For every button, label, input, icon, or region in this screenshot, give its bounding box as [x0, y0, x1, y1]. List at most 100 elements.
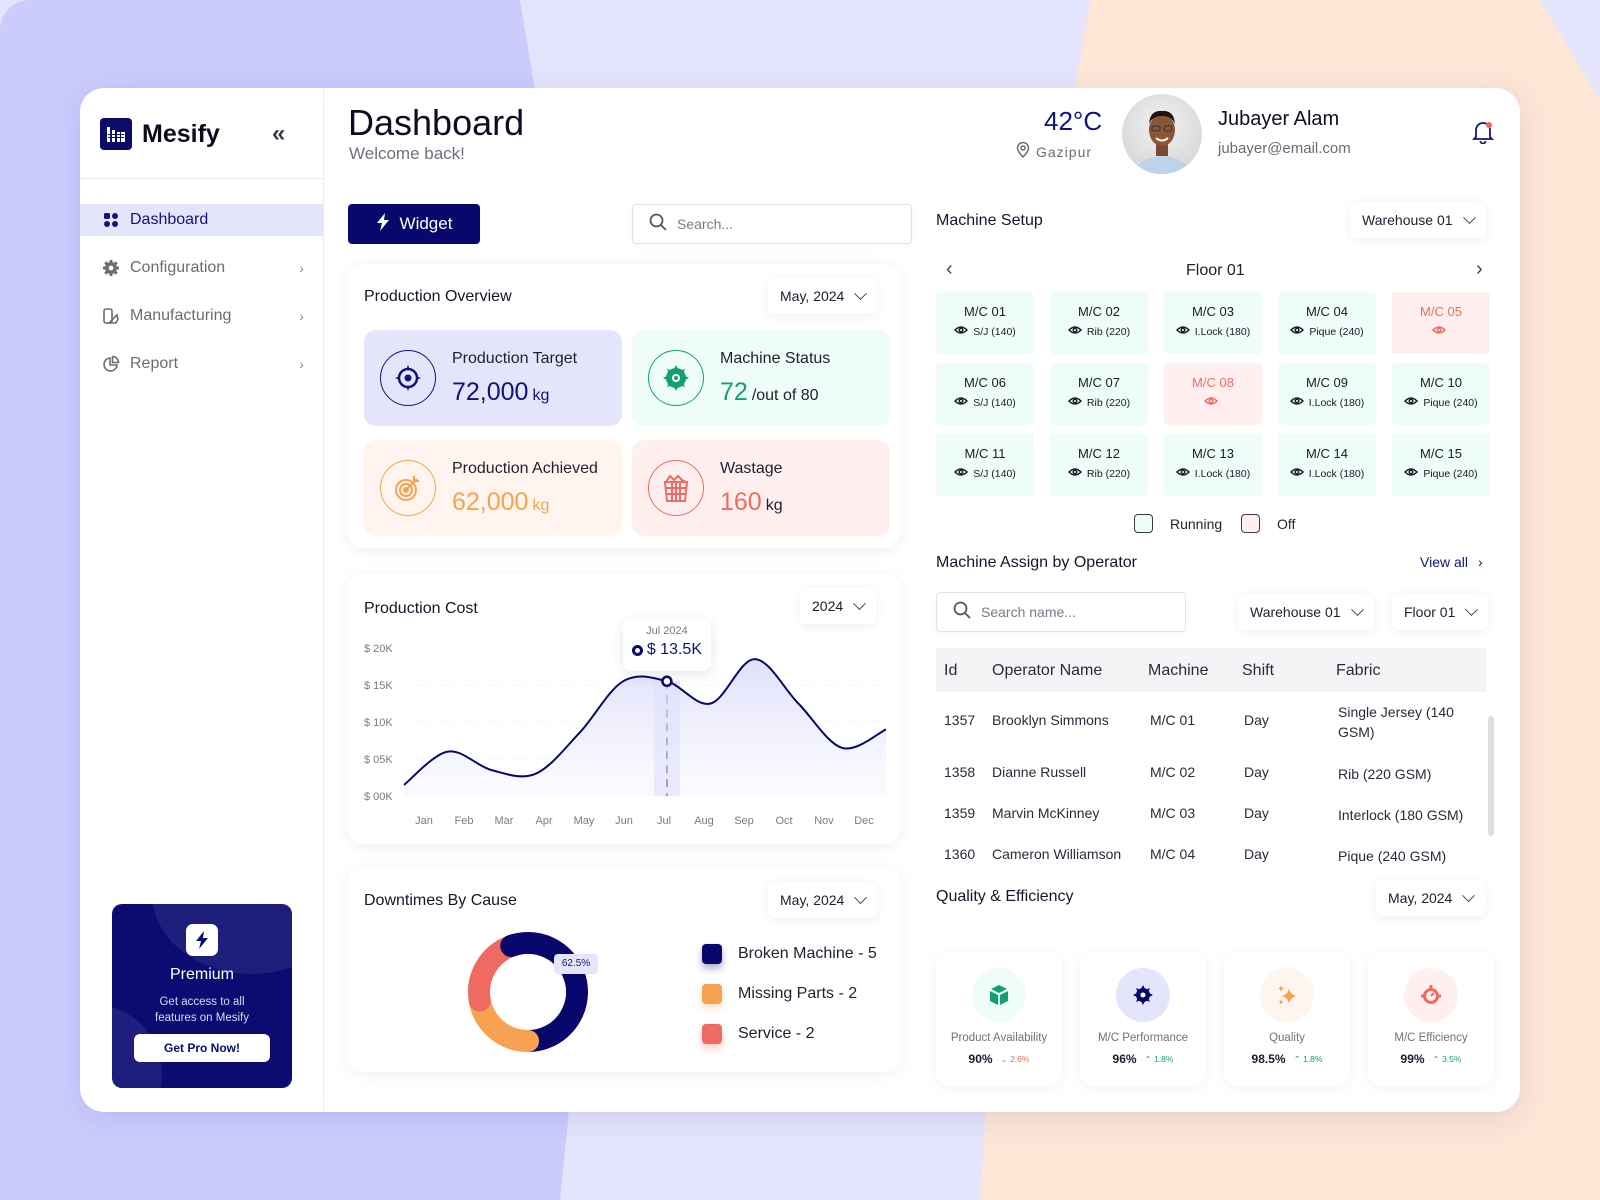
- quality-value-row: 96% ⌃ 1.8%: [1080, 1052, 1206, 1066]
- machine-tile[interactable]: M/C 06 S/J (140): [936, 363, 1034, 425]
- manufacturing-icon: [102, 307, 120, 325]
- machine-name: M/C 13: [1192, 446, 1234, 461]
- column-header-shift: Shift: [1242, 662, 1275, 679]
- cell-id: 1357: [944, 712, 976, 728]
- legend-label: Broken Machine - 5: [738, 945, 877, 962]
- machine-tile[interactable]: M/C 09 I.Lock (180): [1278, 363, 1376, 425]
- legend-swatch: [702, 944, 722, 964]
- widget-button[interactable]: Widget: [348, 204, 480, 244]
- machine-setup-warehouse-dropdown[interactable]: Warehouse 01: [1350, 202, 1486, 238]
- dropdown-value: May, 2024: [780, 288, 845, 304]
- donut-percentage-label: 62.5%: [554, 954, 598, 974]
- machine-tile[interactable]: M/C 13 I.Lock (180): [1164, 434, 1262, 496]
- machine-fabric: Pique (240): [1278, 325, 1376, 338]
- machine-tile[interactable]: M/C 07 Rib (220): [1050, 363, 1148, 425]
- quality-card: M/C Performance 96% ⌃ 1.8%: [1080, 952, 1206, 1086]
- quality-label: Product Availability: [950, 1032, 1048, 1044]
- temperature-unit: °C: [1072, 106, 1103, 136]
- notification-bell-icon[interactable]: [1471, 120, 1495, 149]
- sidebar-item-manufacturing[interactable]: Manufacturing ›: [80, 300, 324, 332]
- machine-tile[interactable]: M/C 02 Rib (220): [1050, 292, 1148, 354]
- search-icon: [953, 601, 971, 624]
- eye-icon: [1404, 396, 1419, 409]
- x-tick-label: Jan: [415, 815, 433, 827]
- stat-unit: /out of 80: [751, 387, 819, 404]
- arrow-up-icon: ⌃: [1144, 1053, 1152, 1064]
- y-tick-label: $ 00K: [364, 791, 393, 803]
- machine-fabric: I.Lock (180): [1164, 467, 1262, 480]
- column-header-machine: Machine: [1148, 662, 1209, 679]
- delta-value: 1.8%: [1303, 1053, 1323, 1064]
- machine-fabric: [1392, 325, 1490, 338]
- sidebar-item-report[interactable]: Report ›: [80, 348, 324, 380]
- machine-tile[interactable]: M/C 01 S/J (140): [936, 292, 1034, 354]
- machine-tile[interactable]: M/C 04 Pique (240): [1278, 292, 1376, 354]
- dropdown-value: Warehouse 01: [1250, 604, 1341, 620]
- fabric-label: S/J (140): [973, 467, 1016, 480]
- operator-search-box[interactable]: [936, 592, 1186, 632]
- tooltip-value: $ 13.5K: [646, 641, 702, 659]
- view-all-link[interactable]: View all ›: [1420, 554, 1483, 570]
- quality-value-row: 90% ⌄ 2.6%: [936, 1052, 1062, 1066]
- machine-name: M/C 11: [964, 446, 1006, 461]
- x-tick-label: Dec: [854, 815, 874, 827]
- x-tick-label: Apr: [535, 815, 552, 827]
- stat-unit: kg: [532, 497, 550, 514]
- legend-swatch: [702, 1024, 722, 1044]
- operator-warehouse-dropdown[interactable]: Warehouse 01: [1238, 594, 1374, 630]
- cell-machine: M/C 02: [1150, 764, 1196, 780]
- machine-tile[interactable]: M/C 08: [1164, 363, 1262, 425]
- machine-tile[interactable]: M/C 14 I.Lock (180): [1278, 434, 1376, 496]
- avatar[interactable]: [1122, 94, 1202, 174]
- table-scrollbar[interactable]: [1488, 716, 1494, 836]
- eye-icon: [954, 325, 969, 338]
- search-input[interactable]: [677, 216, 877, 232]
- quality-value-row: 98.5% ⌃ 1.8%: [1224, 1052, 1350, 1066]
- y-tick-label: $ 05K: [364, 754, 393, 766]
- floor-previous-button[interactable]: ‹: [946, 258, 953, 281]
- sidebar-item-dashboard[interactable]: Dashboard: [80, 204, 324, 236]
- fabric-line: GSM): [1338, 724, 1375, 740]
- quality-label: M/C Efficiency: [1394, 1032, 1468, 1044]
- legend-running-swatch: [1134, 514, 1153, 533]
- machine-tile[interactable]: M/C 03 I.Lock (180): [1164, 292, 1262, 354]
- fabric-label: Pique (240): [1309, 325, 1364, 338]
- production-overview-period-dropdown[interactable]: May, 2024: [768, 278, 878, 314]
- machine-tile[interactable]: M/C 10 Pique (240): [1392, 363, 1490, 425]
- dart-target-icon: [380, 460, 436, 516]
- machine-name: M/C 14: [1306, 446, 1348, 461]
- sidebar-item-configuration[interactable]: Configuration ›: [80, 252, 324, 284]
- machine-tile[interactable]: M/C 12 Rib (220): [1050, 434, 1148, 496]
- cell-operator-name: Brooklyn Simmons: [992, 712, 1109, 728]
- gear-icon: [102, 259, 120, 277]
- quality-period-dropdown[interactable]: May, 2024: [1376, 880, 1486, 916]
- eye-icon: [1067, 467, 1082, 480]
- stat-production-achieved: Production Achieved 62,000 kg: [364, 440, 622, 536]
- arrow-up-icon: ⌃: [1293, 1053, 1301, 1064]
- machine-tile[interactable]: M/C 11 S/J (140): [936, 434, 1034, 496]
- highlighted-data-point[interactable]: [661, 675, 673, 688]
- machine-fabric: S/J (140): [936, 325, 1034, 338]
- operator-search-input[interactable]: [981, 604, 1181, 620]
- fabric-label: Rib (220): [1086, 396, 1131, 409]
- search-box[interactable]: [632, 204, 912, 244]
- operator-floor-dropdown[interactable]: Floor 01: [1392, 594, 1489, 630]
- machine-fabric: I.Lock (180): [1278, 467, 1376, 480]
- fabric-label: I.Lock (180): [1194, 467, 1251, 480]
- chevron-down-icon: [1462, 888, 1476, 902]
- machine-tile[interactable]: M/C 15 Pique (240): [1392, 434, 1490, 496]
- eye-icon: [1290, 325, 1305, 338]
- production-overview-title: Production Overview: [364, 288, 512, 305]
- downtimes-donut-chart: [468, 931, 588, 1052]
- cell-operator-name: Marvin McKinney: [992, 805, 1100, 821]
- collapse-sidebar-button[interactable]: «: [272, 120, 285, 148]
- weather-temperature: 42°C: [1044, 106, 1102, 137]
- machine-tile[interactable]: M/C 05: [1392, 292, 1490, 354]
- machine-fabric: S/J (140): [936, 396, 1034, 409]
- fabric-line: Interlock (180 GSM): [1338, 807, 1464, 823]
- chevron-right-icon: ›: [1478, 554, 1483, 570]
- get-pro-button[interactable]: Get Pro Now!: [134, 1034, 270, 1062]
- floor-next-button[interactable]: ›: [1476, 258, 1483, 281]
- cell-id: 1358: [944, 764, 976, 780]
- machine-fabric: Rib (220): [1050, 325, 1148, 338]
